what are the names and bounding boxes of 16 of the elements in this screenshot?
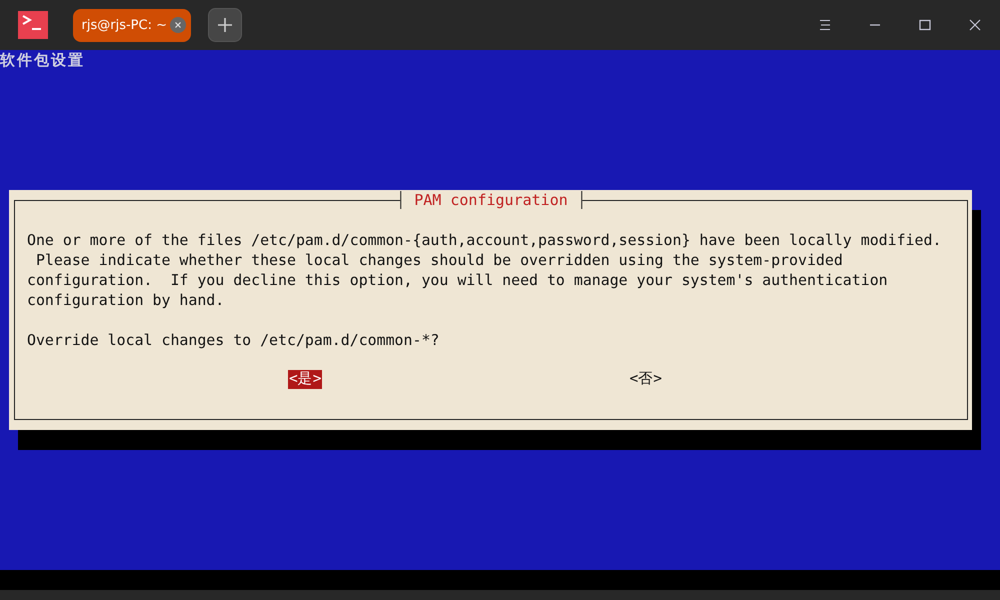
dialog-text: Override local changes to /etc/pam.d/common-*? bbox=[27, 331, 440, 349]
dialog-text: configuration by hand. bbox=[27, 291, 224, 309]
menu-icon[interactable] bbox=[819, 19, 831, 31]
dialog-button[interactable]: <是> bbox=[288, 370, 322, 389]
terminal-icon bbox=[18, 11, 48, 39]
dialog-title: PAM configuration bbox=[400, 191, 582, 209]
new-tab-button[interactable] bbox=[208, 8, 242, 42]
dialog-text: Please indicate whether these local changes should be overridden using the system-provided bbox=[34, 251, 843, 269]
close-icon[interactable] bbox=[170, 17, 186, 33]
backtitle: 软件包设置 bbox=[0, 50, 85, 70]
terminal-tab[interactable]: rjs@rjs-PC: ~ bbox=[73, 8, 191, 42]
dialog-text: configuration. If you decline this option, you will need to manage your system's authentication bbox=[27, 271, 888, 289]
dialog-text: One or more of the files /etc/pam.d/common-{auth,account,password,session} have been locally modified. bbox=[27, 231, 942, 249]
dialog-button[interactable]: <否> bbox=[628, 370, 663, 389]
maximize-icon[interactable] bbox=[919, 19, 931, 31]
close-icon[interactable] bbox=[969, 19, 981, 31]
